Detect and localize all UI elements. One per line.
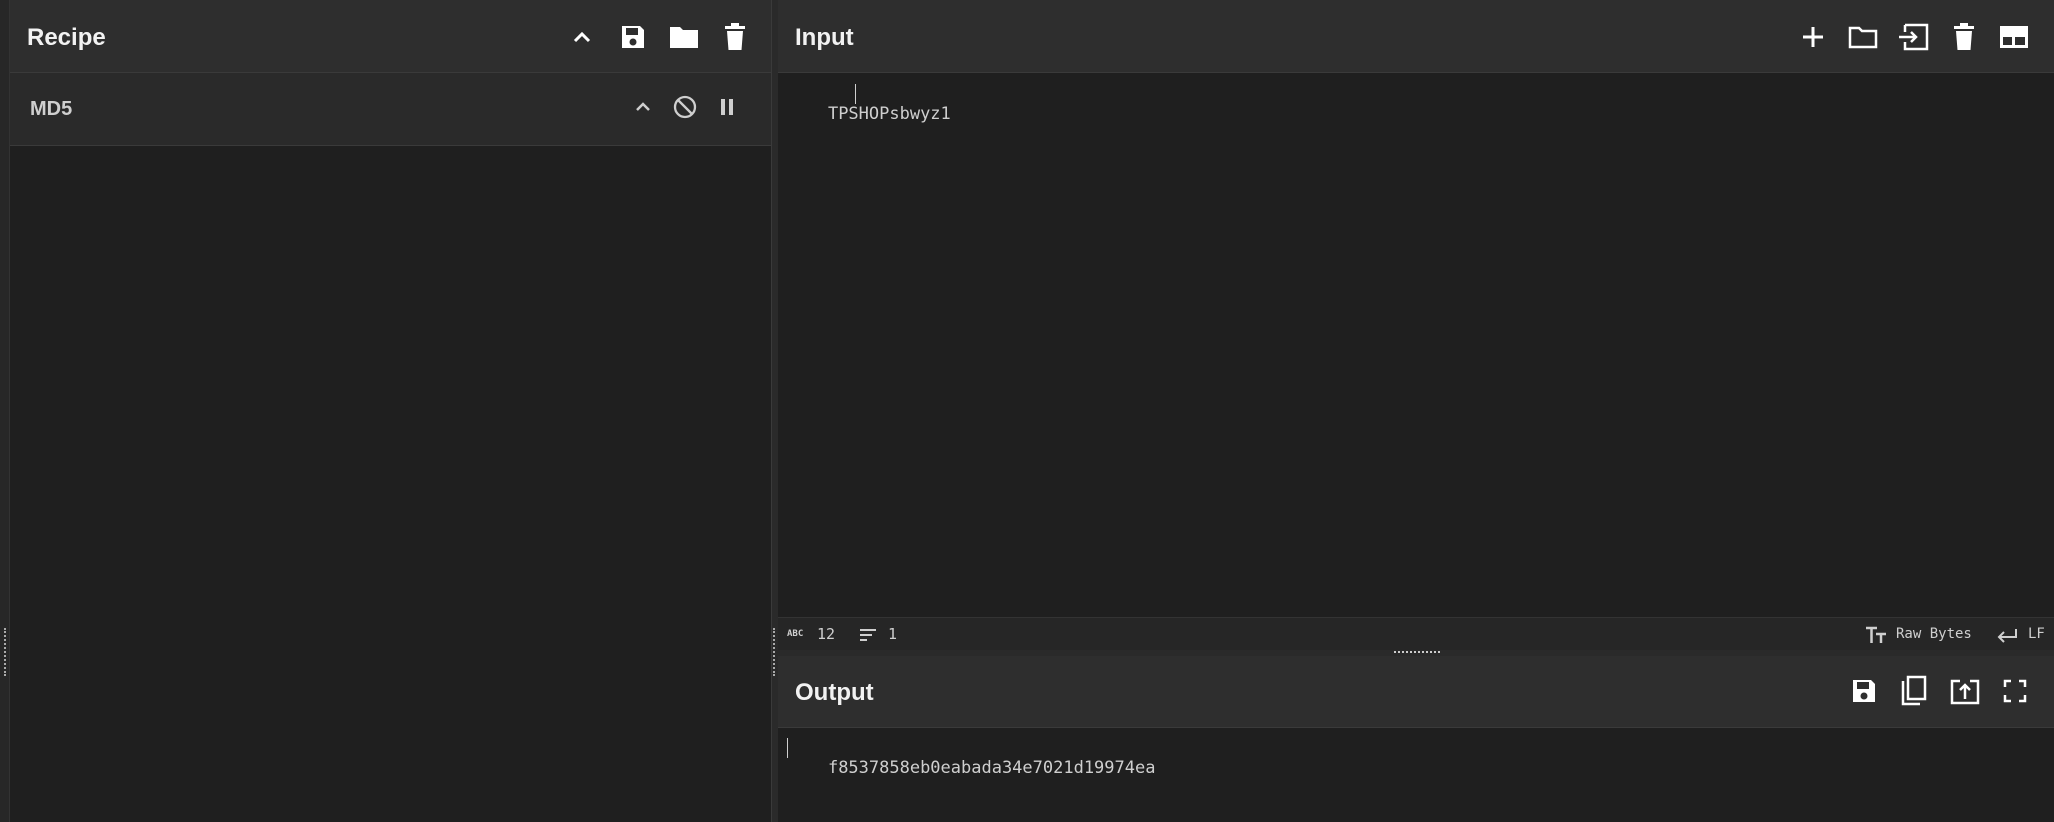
input-lines: 1: [888, 625, 898, 643]
output-panel: Output f8537858eb0eabada34e7021d19974ea: [778, 656, 2054, 822]
recipe-operation-md5[interactable]: MD5: [10, 73, 771, 146]
output-caret: [787, 738, 788, 758]
clear-input-button[interactable]: [1946, 19, 1982, 55]
abc-icon: ABC: [787, 629, 804, 639]
input-title: Input: [795, 24, 854, 51]
pause-icon: [721, 99, 733, 115]
input-encoding[interactable]: Raw Bytes: [1896, 626, 1972, 642]
input-header: Input: [778, 0, 2054, 73]
input-file-icon: [1899, 23, 1929, 51]
copy-icon: [1901, 675, 1927, 706]
input-length: 12: [817, 625, 836, 643]
reset-layout-button[interactable]: [1996, 19, 2032, 55]
left-resize-handle[interactable]: [4, 628, 9, 676]
open-file-button[interactable]: [1895, 19, 1931, 55]
input-eol[interactable]: LF: [2028, 626, 2045, 642]
operation-collapse-button[interactable]: [625, 89, 661, 125]
operation-disable-button[interactable]: [667, 89, 703, 125]
replace-input-button[interactable]: [1947, 673, 1983, 709]
input-status-bar: ABC 12 1 Raw Bytes LF: [778, 617, 2054, 651]
input-text: TPSHOPsbwyz1: [827, 104, 951, 124]
text-size-icon: [1866, 626, 1886, 643]
output-text: f8537858eb0eabada34e7021d19974ea: [827, 758, 1156, 778]
trash-icon: [1954, 23, 1974, 50]
maximise-output-button[interactable]: [1997, 673, 2033, 709]
fullscreen-icon: [2003, 679, 2027, 703]
input-panel: Input TPSHOPsbwyz1 ABC 12 1 Raw Bytes LF: [778, 0, 2054, 651]
save-icon: [1853, 680, 1875, 702]
left-edge-strip: [0, 0, 10, 822]
chevron-up-icon: [573, 31, 591, 43]
add-input-tab-button[interactable]: [1795, 19, 1831, 55]
output-textarea[interactable]: f8537858eb0eabada34e7021d19974ea: [787, 738, 2037, 818]
eol-icon: [1997, 629, 2017, 643]
output-title: Output: [795, 679, 874, 706]
save-recipe-button[interactable]: [615, 19, 651, 55]
load-recipe-button[interactable]: [666, 19, 702, 55]
operation-name: MD5: [30, 98, 73, 120]
lines-icon: [860, 629, 876, 641]
input-caret: [855, 84, 856, 104]
save-icon: [622, 26, 644, 48]
disable-icon: [673, 95, 697, 119]
layout-icon: [2000, 26, 2028, 48]
clear-recipe-button[interactable]: [717, 19, 753, 55]
open-folder-button[interactable]: [1845, 19, 1881, 55]
folder-outline-icon: [1848, 26, 1878, 49]
chevron-up-icon: [636, 102, 650, 111]
folder-icon: [670, 27, 698, 48]
input-textarea[interactable]: TPSHOPsbwyz1: [787, 84, 2037, 604]
upload-icon: [1950, 679, 1980, 705]
trash-icon: [725, 23, 745, 50]
save-output-button[interactable]: [1846, 673, 1882, 709]
recipe-title: Recipe: [27, 24, 106, 51]
output-header: Output: [778, 656, 2054, 728]
recipe-panel: Recipe MD5: [0, 0, 771, 822]
io-resize-grip: [1394, 651, 1440, 653]
operation-breakpoint-button[interactable]: [709, 89, 745, 125]
copy-output-button[interactable]: [1896, 673, 1932, 709]
collapse-all-button[interactable]: [564, 19, 600, 55]
recipe-header: Recipe: [10, 0, 771, 73]
plus-icon: [1803, 27, 1823, 47]
